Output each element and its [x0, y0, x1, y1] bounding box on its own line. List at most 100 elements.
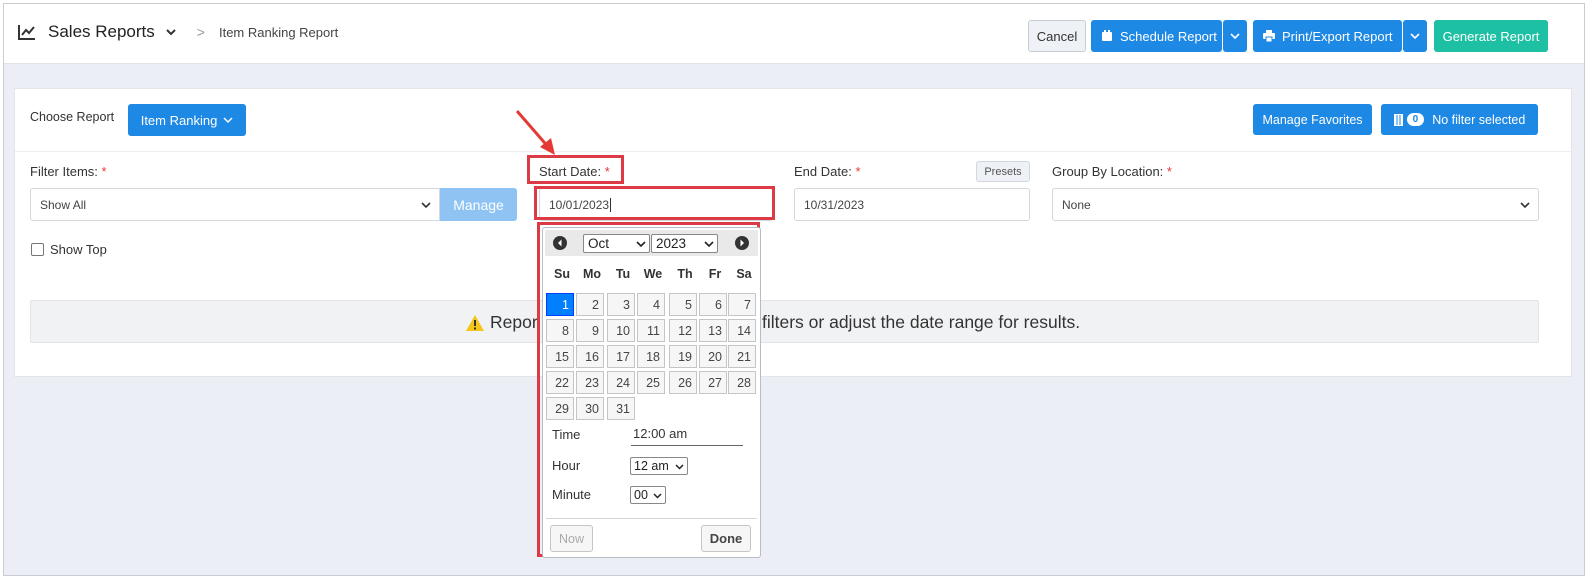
calendar-day[interactable]: 7	[728, 293, 756, 316]
calendar-day[interactable]: 27	[699, 371, 727, 394]
done-button[interactable]: Done	[701, 525, 751, 552]
chevron-down-icon	[704, 241, 714, 248]
calendar-day[interactable]: 5	[669, 293, 697, 316]
next-month-icon[interactable]	[735, 236, 749, 250]
calendar-day[interactable]: 22	[546, 371, 574, 394]
group-by-location-select[interactable]: None	[1052, 188, 1539, 221]
app-title: Sales Reports	[48, 22, 155, 41]
calendar-day[interactable]: 19	[669, 345, 697, 368]
weekday-label: Su	[554, 267, 570, 281]
calendar-day[interactable]: 10	[607, 319, 635, 342]
chevron-down-icon	[1410, 33, 1420, 40]
minute-label: Minute	[552, 487, 592, 502]
cancel-button[interactable]: Cancel	[1028, 20, 1086, 52]
required-mark: *	[1166, 164, 1172, 179]
schedule-report-button[interactable]: Schedule Report	[1091, 20, 1222, 52]
calendar-day[interactable]: 8	[546, 319, 574, 342]
weekday-label: Fr	[708, 267, 722, 281]
datepicker-popup: Oct 2023 Su Mo Tu We Th Fr Sa 1 2 3 4 5 6 7 8 9 10 11 12 1…	[542, 227, 761, 558]
calendar-day[interactable]: 21	[728, 345, 756, 368]
printer-icon	[1263, 30, 1275, 42]
calendar-day[interactable]: 12	[669, 319, 697, 342]
datepicker-footer-divider	[546, 518, 757, 519]
no-results-alert: Repor filters or adjust the date range f…	[30, 300, 1539, 343]
print-export-dropdown[interactable]	[1403, 20, 1427, 52]
calendar-day[interactable]: 16	[576, 345, 604, 368]
weekday-label: Th	[677, 267, 693, 281]
warning-icon	[466, 314, 484, 331]
report-type-label: Item Ranking	[140, 112, 218, 128]
hour-label: Hour	[552, 458, 581, 473]
generate-report-button[interactable]: Generate Report	[1434, 20, 1548, 52]
calendar-day[interactable]: 3	[607, 293, 635, 316]
breadcrumb-current: Item Ranking Report	[218, 24, 339, 40]
required-mark: *	[101, 164, 107, 179]
report-type-dropdown[interactable]: Item Ranking	[128, 104, 246, 136]
calendar-day[interactable]: 15	[546, 345, 574, 368]
calendar-day-selected[interactable]: 1	[546, 293, 574, 316]
filter-icon	[1393, 113, 1403, 126]
calendar-day[interactable]: 20	[699, 345, 727, 368]
minute-select[interactable]: 00	[630, 486, 666, 504]
divider	[15, 151, 1571, 152]
filter-status-label: No filter selected	[1432, 112, 1526, 127]
print-export-label: Print/Export Report	[1282, 28, 1393, 44]
chevron-down-icon	[675, 464, 684, 470]
end-date-input[interactable]: 10/31/2023	[794, 188, 1030, 221]
calendar-day[interactable]: 11	[637, 319, 665, 342]
title-area: Sales Reports > Item Ranking Report	[18, 22, 338, 42]
filter-items-select[interactable]: Show All	[30, 188, 440, 221]
presets-button[interactable]: Presets	[976, 161, 1030, 182]
weekday-label: Sa	[736, 267, 752, 281]
show-top-label: Show Top	[50, 242, 107, 257]
calendar-day[interactable]: 6	[699, 293, 727, 316]
alert-text-left-value: Repor	[490, 312, 538, 332]
hour-select[interactable]: 12 am	[630, 457, 688, 475]
calendar-day[interactable]: 4	[637, 293, 665, 316]
end-date-label: End Date: *	[794, 164, 861, 179]
calendar-day[interactable]: 30	[576, 397, 604, 420]
print-export-button[interactable]: Print/Export Report	[1253, 20, 1402, 52]
line-chart-icon	[18, 25, 35, 40]
time-label: Time	[552, 427, 581, 442]
prev-month-icon[interactable]	[553, 236, 567, 250]
filter-items-value: Show All	[40, 197, 87, 212]
chevron-down-icon	[1520, 202, 1530, 209]
end-date-value: 10/31/2023	[804, 197, 865, 212]
show-top-checkbox[interactable]	[31, 243, 44, 256]
filter-count-badge: 0	[1406, 113, 1425, 126]
calendar-day[interactable]: 29	[546, 397, 574, 420]
calendar-day[interactable]: 9	[576, 319, 604, 342]
calendar-day[interactable]: 28	[728, 371, 756, 394]
calendar-day[interactable]: 14	[728, 319, 756, 342]
calendar-icon	[1102, 30, 1112, 41]
required-mark: *	[855, 164, 861, 179]
month-select[interactable]: Oct	[583, 234, 650, 253]
chevron-down-icon	[636, 241, 646, 248]
manage-favorites-button[interactable]: Manage Favorites	[1253, 104, 1372, 135]
calendar-day[interactable]: 13	[699, 319, 727, 342]
calendar-day[interactable]: 25	[637, 371, 665, 394]
calendar-day[interactable]: 18	[637, 345, 665, 368]
now-button[interactable]: Now	[550, 525, 593, 552]
chevron-down-icon	[1230, 33, 1240, 40]
datepicker-header: Oct 2023	[545, 230, 758, 256]
year-value: 2023	[656, 236, 687, 251]
end-date-label-text: End Date:	[794, 164, 852, 179]
calendar-day[interactable]: 24	[607, 371, 635, 394]
calendar-day[interactable]: 23	[576, 371, 604, 394]
schedule-report-label: Schedule Report	[1120, 28, 1217, 44]
year-select[interactable]: 2023	[651, 234, 718, 253]
hour-value: 12 am	[634, 459, 669, 473]
calendar-day[interactable]: 26	[669, 371, 697, 394]
month-value: Oct	[588, 236, 610, 251]
filter-status-button[interactable]: 0 No filter selected	[1381, 104, 1538, 135]
chevron-down-icon[interactable]	[165, 26, 177, 38]
manage-items-button[interactable]: Manage	[440, 188, 517, 221]
group-by-label-text: Group By Location:	[1052, 164, 1164, 179]
chevron-down-icon	[421, 202, 431, 209]
calendar-day[interactable]: 2	[576, 293, 604, 316]
calendar-day[interactable]: 17	[607, 345, 635, 368]
schedule-report-dropdown[interactable]	[1223, 20, 1247, 52]
calendar-day[interactable]: 31	[607, 397, 635, 420]
